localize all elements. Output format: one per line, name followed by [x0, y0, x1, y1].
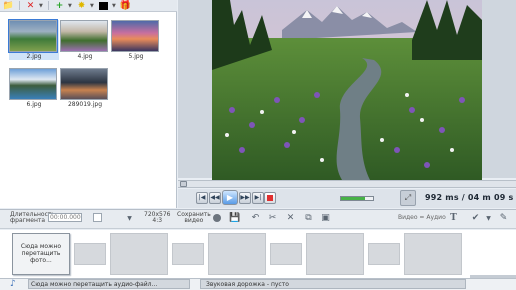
thumbnail-panel: 2.jpg 4.jpg 5.jpg 6.jpg 289019.jpg: [0, 12, 177, 208]
check-icon[interactable]: ✔: [470, 213, 481, 224]
step-forward-icon[interactable]: ▶▶: [239, 192, 251, 204]
chevron-down-icon[interactable]: ▼: [68, 3, 73, 9]
clip-slot[interactable]: [404, 233, 462, 275]
duration-input[interactable]: 00:00.000: [48, 213, 82, 222]
thumbnail-image: [111, 20, 159, 52]
chevron-down-icon[interactable]: ▼: [90, 3, 95, 9]
save-icon[interactable]: 💾: [229, 213, 240, 224]
transition-slot[interactable]: [172, 243, 204, 265]
drop-photo-line1: Сюда можно: [20, 243, 62, 250]
go-end-icon[interactable]: ▶|: [252, 192, 264, 204]
music-note-icon: ♪: [10, 279, 16, 289]
thumbnail-image: [60, 20, 108, 52]
resolution-info: 720x576 4:3: [144, 212, 170, 224]
thumbnail-caption: 5.jpg: [128, 53, 144, 60]
step-back-icon[interactable]: ◀◀: [209, 192, 221, 204]
audio-track-label: Звуковая дорожка - пусто: [200, 279, 466, 289]
thumbnail-caption: 2.jpg: [26, 53, 42, 60]
thumbnail-image: [8, 19, 58, 53]
undo-icon[interactable]: ↶: [250, 213, 261, 224]
photo-drop-zone[interactable]: Сюда можно перетащить фото...: [12, 233, 70, 275]
seek-handle[interactable]: [180, 181, 187, 187]
delete-icon[interactable]: ✕: [285, 213, 296, 224]
thumbnail-item[interactable]: 5.jpg: [111, 20, 161, 60]
chevron-down-icon[interactable]: ▼: [124, 213, 135, 224]
thumbnail-image: [60, 68, 108, 100]
text-icon[interactable]: T: [448, 213, 459, 224]
gift-icon[interactable]: 🎁: [119, 1, 132, 11]
duration-checkbox[interactable]: [93, 213, 102, 222]
save-video-line2: видео: [184, 217, 204, 224]
thumbnail-caption: 289019.jpg: [67, 101, 103, 108]
chevron-down-icon[interactable]: ▼: [112, 3, 117, 9]
clip-slot[interactable]: [110, 233, 168, 275]
split-icon[interactable]: ⧉: [303, 213, 314, 224]
record-icon[interactable]: [211, 213, 222, 224]
thumbnail-caption: 6.jpg: [26, 101, 42, 108]
toolbar-separator: [19, 1, 20, 10]
thumbnail-item[interactable]: 6.jpg: [9, 68, 59, 108]
drop-photo-line3: фото...: [30, 257, 52, 264]
thumbnail-item[interactable]: 289019.jpg: [60, 68, 110, 108]
seek-bar[interactable]: [178, 180, 516, 188]
clip-slot[interactable]: [208, 233, 266, 275]
thumbnail-item[interactable]: 2.jpg: [8, 19, 59, 60]
preview-image: [212, 0, 482, 180]
chevron-down-icon[interactable]: ▼: [39, 3, 44, 9]
clip-slot[interactable]: [306, 233, 364, 275]
drop-photo-line2: перетащить: [21, 250, 61, 257]
thumbnail-image: [9, 68, 57, 100]
thumbnail-caption: 4.jpg: [77, 53, 93, 60]
settings-icon[interactable]: ✎: [498, 213, 509, 224]
transition-slot[interactable]: [74, 243, 106, 265]
delete-icon[interactable]: ✕: [24, 1, 37, 11]
transition-slot[interactable]: [368, 243, 400, 265]
volume-level: [341, 197, 365, 200]
current-time: 992 ms: [425, 193, 459, 202]
photo-icon[interactable]: ▣: [320, 213, 331, 224]
toolbar-separator: [48, 1, 49, 10]
play-button[interactable]: ▶: [222, 190, 238, 205]
go-start-icon[interactable]: |◀: [196, 192, 208, 204]
color-swatch-icon[interactable]: [97, 1, 110, 11]
fullscreen-icon[interactable]: ⤢: [400, 190, 416, 206]
time-readout: 992 ms / 04 m 09 s: [425, 193, 513, 202]
aspect-text: 4:3: [152, 217, 163, 224]
chevron-down-icon[interactable]: ▼: [483, 213, 494, 224]
folder-icon[interactable]: 📁: [2, 1, 15, 11]
effects-icon[interactable]: ✸: [75, 1, 88, 11]
stop-button[interactable]: [264, 192, 276, 204]
add-icon[interactable]: +: [53, 1, 66, 11]
audio-drop-zone[interactable]: Сюда можно перетащить аудио-файл...: [28, 279, 190, 289]
save-video-button[interactable]: Сохранить видео: [177, 212, 211, 224]
total-duration: / 04 m 09 s: [461, 193, 514, 202]
video-audio-label: Видео = Аудио: [398, 214, 446, 221]
transition-slot[interactable]: [270, 243, 302, 265]
thumbnail-item[interactable]: 4.jpg: [60, 20, 110, 60]
media-toolbar: 📁 ✕ ▼ + ▼ ✸ ▼ ▼ 🎁: [0, 0, 177, 12]
cut-icon[interactable]: ✂: [267, 213, 278, 224]
